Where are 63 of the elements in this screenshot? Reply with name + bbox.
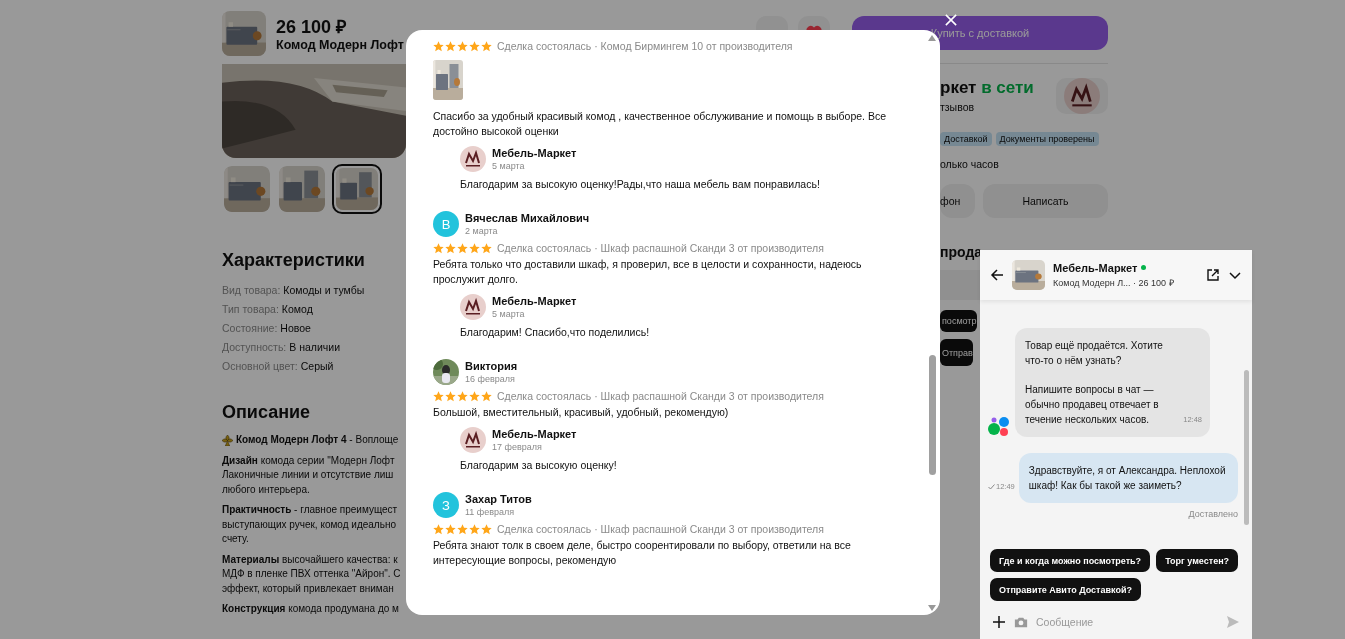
- seller-name: Мебель-Маркет: [1053, 261, 1138, 274]
- review-text: Ребята знают толк в своем деле, быстро соорентировали по выбору, ответили на все интересующие вопросы, рекомендую: [433, 538, 852, 568]
- deal-info: Сделка состоялась · Шкаф распашной Сканди 3 от производителя: [497, 523, 824, 535]
- spec-value: Комод: [281, 303, 313, 315]
- seller-name: Мебель-Маркет: [492, 147, 577, 159]
- tag: Документы проверены: [995, 132, 1099, 146]
- spec-label: Тип товара:: [222, 303, 279, 315]
- reviews-count: тзывов: [940, 101, 976, 113]
- delivery-status: Доставлено: [1187, 509, 1238, 519]
- description-text: Дизайн комода серии "Модерн Лофт: [222, 453, 395, 468]
- spec-value: Комоды и тумбы: [283, 284, 365, 296]
- review-text: Спасибо за удобный красивый комод , качественное обслуживание и помощь в выборе. Все достойно высокой оценки: [433, 109, 887, 139]
- description-text: Материалы высочайшего качества: к: [222, 552, 398, 567]
- review-date: 11 февраля: [465, 507, 516, 517]
- description-text: эффект, который привлекает вниман: [222, 581, 394, 596]
- avatar: З: [433, 492, 459, 518]
- section-heading: Описание: [222, 402, 312, 423]
- message-text: Здравствуйте, я от Александра. Неплохой шкаф! Как бы такой же заиметь?: [1028, 464, 1227, 493]
- description-text: счету.: [222, 532, 249, 546]
- description-text: Комод Модерн Лофт 4 - Воплоще: [236, 433, 399, 447]
- reply-text: Благодарим за высокую оценку!Рады,что наша мебель вам понравилась!: [460, 177, 821, 192]
- online-status: в сети: [981, 78, 1034, 97]
- review-date: 2 марта: [465, 226, 499, 236]
- spec-value: Новое: [280, 322, 311, 334]
- section-heading: Характеристики: [222, 250, 366, 271]
- review-text: Ребята только что доставили шкаф, я проверил, все в целости и сохранности, надеюсь прослужит долго.: [433, 257, 863, 287]
- reply-date: 5 марта: [492, 309, 526, 319]
- seller-name: ркет: [940, 78, 977, 97]
- reply-time: олько часов: [939, 158, 1000, 170]
- review-date: 16 февраля: [465, 374, 516, 384]
- spec-label: Основной цвет:: [222, 360, 298, 372]
- price: 26 100 ₽: [276, 16, 348, 38]
- product-title: Комод Модерн Лофт: [276, 38, 404, 52]
- message-text: Товар ещё продаётся. Хотите что-то о нём узнать?: [1025, 339, 1164, 368]
- spec-label: Доступность:: [222, 341, 287, 353]
- reply-date: 5 марта: [492, 161, 526, 171]
- reply-text: Благодарим! Спасибо,что поделились!: [460, 325, 651, 340]
- description-text: Практичность - главное преимущест: [222, 503, 398, 517]
- tag: Доставкой: [940, 132, 992, 146]
- reply-text: Благодарим за высокую оценку!: [460, 458, 618, 473]
- reviewer-name: Вячеслав Михайлович: [465, 212, 590, 224]
- deal-info: Сделка состоялась · Комод Бирмингем 10 от производителя: [497, 40, 793, 52]
- description-text: Конструкция комода продумана до м: [222, 602, 399, 616]
- reply-date: 17 февраля: [492, 442, 543, 452]
- deal-info: Сделка состоялась · Шкаф распашной Сканди 3 от производителя: [497, 390, 824, 402]
- seller-name: Мебель-Маркет: [492, 428, 577, 440]
- spec-value: Серый: [300, 360, 334, 372]
- description-text: МДФ в пленке ПВХ оттенка "Айрон". С: [222, 567, 401, 581]
- reviewer-name: Виктория: [465, 360, 518, 372]
- description-text: выступающих ручек, комод идеально: [222, 517, 396, 532]
- reviewer-name: Захар Титов: [465, 493, 532, 505]
- message-text: Напишите вопросы в чат — обычно продавец отвечает в течение нескольких часов.: [1025, 383, 1160, 427]
- deal-info: Сделка состоялась · Шкаф распашной Сканди 3 от производителя: [497, 242, 824, 254]
- spec-label: Состояние:: [222, 322, 278, 334]
- spec-value: В наличии: [289, 341, 341, 353]
- spec-label: Вид товара:: [222, 284, 281, 296]
- seller-name: Мебель-Маркет: [492, 295, 577, 307]
- section-heading: прода: [939, 244, 984, 260]
- review-text: Большой, вместительный, красивый, удобный, рекомендую): [433, 405, 730, 420]
- description-text: любого интерьера.: [222, 482, 310, 497]
- avatar: В: [433, 211, 459, 237]
- product-subtitle: Комод Модерн Л... · 26 100 ₽: [1053, 276, 1175, 289]
- description-text: Лаконичные линии и отсутствие лиш: [222, 468, 394, 482]
